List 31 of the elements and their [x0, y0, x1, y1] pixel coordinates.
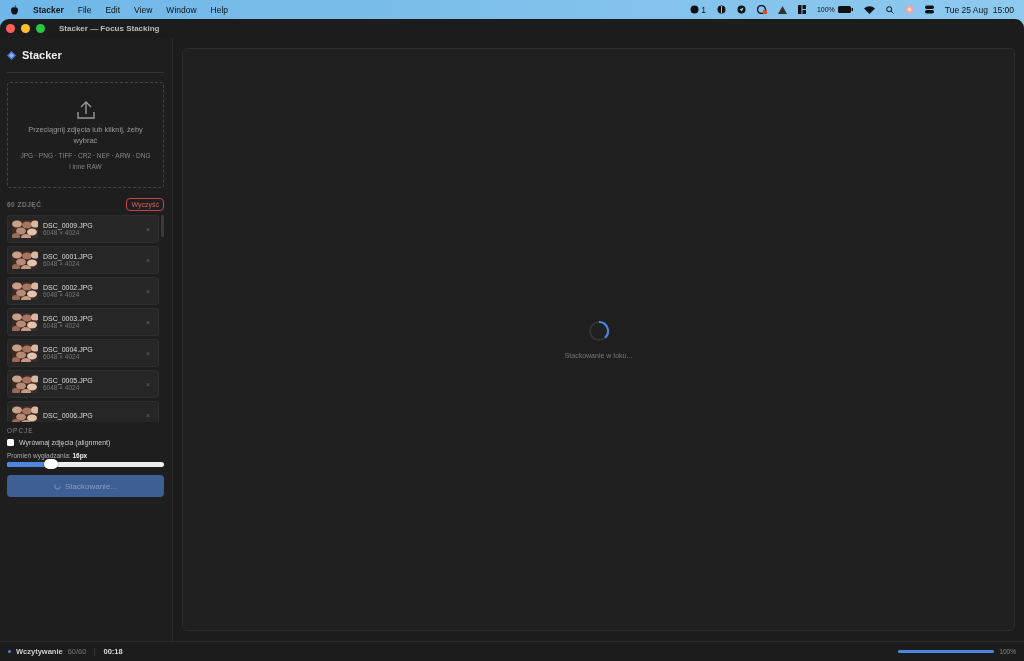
menu-clock[interactable]: Tue 25 Aug 15:00 [944, 4, 1014, 15]
apple-logo-icon[interactable] [10, 4, 19, 15]
menu-item[interactable]: File [77, 4, 92, 15]
color-wheel-icon[interactable] [904, 5, 914, 14]
layout-icon[interactable] [797, 5, 806, 14]
zoom-button[interactable] [36, 24, 45, 33]
app-brand: Stacker [22, 49, 62, 61]
menu-item[interactable]: Help [210, 4, 229, 15]
menu-app-name[interactable]: Stacker [33, 4, 64, 15]
spinner-icon [54, 482, 61, 490]
radius-slider[interactable] [7, 462, 164, 467]
menu-item[interactable]: View [134, 4, 153, 15]
half-circle-icon[interactable] [716, 5, 726, 14]
menu-item[interactable]: Edit [105, 4, 121, 15]
status-dot [8, 650, 11, 653]
upload-icon [75, 99, 96, 120]
triangle-icon[interactable] [777, 5, 787, 14]
search-icon[interactable] [885, 5, 894, 14]
wifi-icon[interactable] [863, 5, 875, 14]
slider-thumb[interactable] [43, 459, 58, 469]
control-center-icon[interactable] [924, 5, 934, 14]
battery-icon[interactable] [837, 6, 853, 13]
align-checkbox[interactable] [7, 439, 14, 446]
spinner-icon [587, 320, 610, 342]
diamond-logo-icon [7, 50, 16, 60]
send-icon[interactable] [736, 5, 746, 14]
window-title: Stacker — Focus Stacking [59, 24, 160, 33]
close-button[interactable] [6, 24, 15, 33]
minimize-button[interactable] [21, 24, 30, 33]
menu-item[interactable]: Window [166, 4, 197, 15]
notification-count: 1 [701, 4, 706, 15]
